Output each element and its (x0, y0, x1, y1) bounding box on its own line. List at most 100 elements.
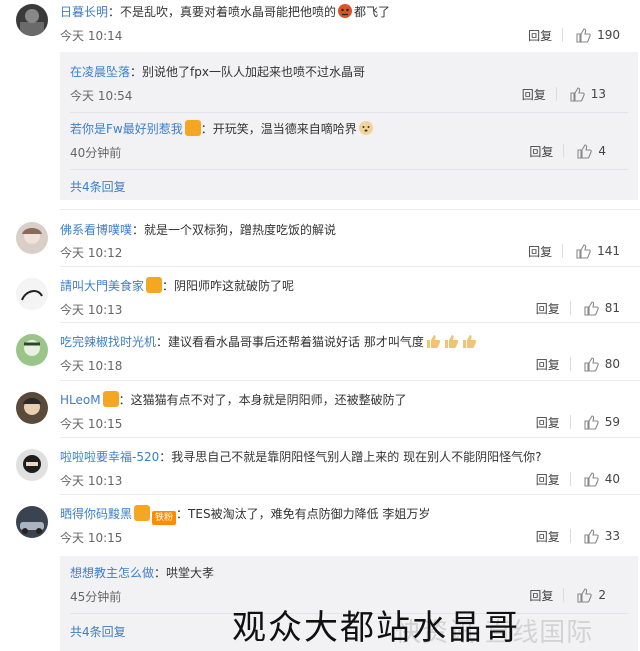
like-button[interactable]: 190 (575, 27, 620, 43)
like-button[interactable]: 81 (583, 300, 620, 316)
like-count: 190 (597, 28, 620, 42)
like-count: 141 (597, 244, 620, 258)
reply-button[interactable]: 回复 (536, 300, 560, 317)
like-count: 40 (604, 472, 620, 486)
vip-badge-icon (184, 120, 201, 136)
fan-badge: 铁粉 (152, 511, 177, 525)
reply-button[interactable]: 回复 (528, 243, 552, 260)
like-button[interactable]: 13 (569, 86, 606, 102)
timestamp: 今天 10:13 (60, 303, 123, 317)
avatar-image (16, 334, 48, 366)
view-more-replies-link[interactable]: 共4条回复 (70, 623, 126, 640)
avatar-image (16, 506, 48, 538)
timestamp: 今天 10:54 (70, 89, 133, 103)
timestamp: 今天 10:13 (60, 474, 123, 488)
like-count: 59 (604, 415, 620, 429)
thumbs-up-emoji-icon (426, 335, 441, 348)
reply-button[interactable]: 回复 (536, 356, 560, 373)
like-button[interactable]: 2 (576, 587, 606, 603)
comment-actions: 回复 40 (536, 468, 620, 490)
like-button[interactable]: 141 (575, 243, 620, 259)
like-button[interactable]: 4 (576, 143, 606, 159)
like-count: 4 (598, 144, 606, 158)
username[interactable]: 在凌晨坠落 (70, 65, 130, 79)
timestamp: 40分钟前 (70, 146, 122, 160)
like-count: 33 (604, 529, 620, 543)
reply-actions: 回复 4 (529, 140, 606, 162)
like-count: 80 (604, 357, 620, 371)
timestamp: 今天 10:15 (60, 531, 123, 545)
reply-button[interactable]: 回复 (536, 528, 560, 545)
separator (569, 301, 571, 315)
thumbs-up-emoji-icon (444, 335, 459, 348)
avatar[interactable] (16, 392, 48, 424)
username[interactable]: 日暮长明 (60, 5, 108, 19)
comment-actions: 回复 80 (536, 353, 620, 375)
comment-line: 日暮长明：不是乱吹，真要对着喷水晶哥能把他喷的 都飞了 (60, 4, 391, 19)
vip-badge-icon (134, 505, 151, 521)
overlay-caption: 观众大都站水晶哥 (232, 608, 520, 648)
reply-text: 哄堂大孝 (166, 566, 215, 580)
comment-actions: 回复 81 (536, 297, 620, 319)
comment-line: 吃完辣椒找时光机：建议看看水晶哥事后还帮着猫说好话 那才叫气度 (60, 333, 478, 350)
avatar[interactable] (16, 278, 48, 310)
username[interactable]: 想想教主怎么做 (70, 566, 154, 580)
separator (562, 28, 564, 42)
thumbs-up-icon (584, 415, 599, 430)
comment-actions: 回复 33 (536, 525, 620, 547)
comment-line: 啦啦啦要幸福-520：我寻思自己不就是靠阴阳怪气别人蹭上来的 现在别人不能阴阳怪… (60, 450, 542, 464)
view-more-replies-link[interactable]: 共4条回复 (70, 178, 126, 195)
timestamp: 今天 10:12 (60, 246, 123, 260)
avatar[interactable] (16, 4, 48, 36)
avatar-image (16, 4, 48, 36)
reply-button[interactable]: 回复 (529, 587, 553, 604)
avatar-image (16, 392, 48, 424)
reply-actions: 回复 2 (529, 584, 606, 606)
comment-text: 不是乱吹，真要对着喷水晶哥能把他喷的 (120, 5, 337, 19)
avatar[interactable] (16, 449, 48, 481)
dog-emoji-icon (358, 121, 373, 135)
separator (569, 357, 571, 371)
divider (60, 266, 640, 267)
like-button[interactable]: 80 (583, 356, 620, 372)
divider (60, 322, 640, 323)
divider (70, 169, 628, 170)
reply-line: 若你是Fw最好别惹我 ：开玩笑，温当德来自嘀哈界 (70, 120, 375, 137)
like-count: 13 (590, 87, 606, 101)
thumbs-up-icon (584, 357, 599, 372)
reply-actions: 回复 13 (522, 83, 606, 105)
comment-text: 就是一个双标狗，蹭热度吃饭的解说 (144, 223, 337, 237)
username[interactable]: 吃完辣椒找时光机 (60, 335, 156, 349)
separator (562, 244, 564, 258)
username[interactable]: 晒得你码黢黑 (60, 507, 132, 521)
avatar[interactable] (16, 506, 48, 538)
avatar-image (16, 222, 48, 254)
separator (563, 588, 565, 602)
divider (60, 380, 640, 381)
avatar[interactable] (16, 222, 48, 254)
username[interactable]: 若你是Fw最好别惹我 (70, 122, 183, 136)
divider (70, 112, 628, 113)
username[interactable]: 佛系看博噗噗 (60, 223, 132, 237)
like-button[interactable]: 33 (583, 528, 620, 544)
reply-button[interactable]: 回复 (528, 27, 552, 44)
like-button[interactable]: 59 (583, 414, 620, 430)
reply-button[interactable]: 回复 (522, 86, 546, 103)
comment-text: 建议看看水晶哥事后还帮着猫说好话 那才叫气度 (168, 335, 424, 349)
avatar[interactable] (16, 334, 48, 366)
vip-badge-icon (146, 277, 163, 293)
username[interactable]: 請叫大門美食家 (60, 279, 144, 293)
reply-button[interactable]: 回复 (536, 414, 560, 431)
like-button[interactable]: 40 (583, 471, 620, 487)
reply-line: 在凌晨坠落：别说他了fpx一队人加起来也喷不过水晶哥 (70, 65, 365, 79)
comment-line: 佛系看博噗噗：就是一个双标狗，蹭热度吃饭的解说 (60, 223, 337, 237)
username[interactable]: HLeoM (60, 393, 101, 407)
comment-actions: 回复 59 (536, 411, 620, 433)
username[interactable]: 啦啦啦要幸福-520 (60, 450, 159, 464)
timestamp: 今天 10:15 (60, 417, 123, 431)
comment-text: TES被淘汰了，难免有点防御力降低 李姐万岁 (188, 507, 431, 521)
reply-button[interactable]: 回复 (536, 471, 560, 488)
reply-button[interactable]: 回复 (529, 143, 553, 160)
comment-line: 請叫大門美食家 ：阴阳师咋这就破防了呢 (60, 277, 295, 293)
thumbs-up-emoji-icon (462, 335, 477, 348)
